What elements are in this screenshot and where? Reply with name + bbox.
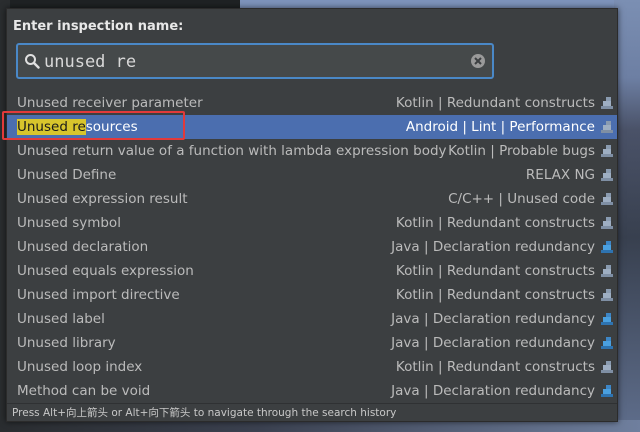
inspection-name: Method can be void (17, 383, 151, 399)
inspection-name: Unused expression result (17, 191, 188, 207)
result-row[interactable]: Unused return value of a function with l… (7, 139, 617, 163)
result-row[interactable]: Unused declaration Java | Declaration red… (7, 235, 617, 259)
profile-icon-blue (601, 241, 613, 253)
profile-icon (601, 121, 613, 133)
inspection-category: RELAX NG (525, 167, 595, 183)
search-box[interactable] (16, 43, 494, 79)
inspection-category: Kotlin | Redundant constructs (395, 215, 595, 231)
profile-icon (601, 145, 613, 157)
profile-icon-blue (601, 385, 613, 397)
inspection-category: Android | Lint | Performance (405, 119, 595, 135)
inspection-name: Unused Define (17, 167, 117, 183)
inspection-category: Kotlin | Probable bugs (448, 143, 595, 159)
background-top (240, 0, 640, 8)
result-row[interactable]: Unused label Java | Declaration redundanc… (7, 307, 617, 331)
inspection-category: Java | Declaration redundancy (391, 383, 595, 399)
inspection-name: Unused symbol (17, 215, 121, 231)
inspection-name: Unused return value of a function with l… (17, 143, 447, 159)
inspection-name: Unused loop index (17, 359, 143, 375)
inspection-search-popup: Enter inspection name: Unused receiver p… (6, 8, 618, 422)
profile-icon (601, 265, 613, 277)
inspection-name: Unused equals expression (17, 263, 194, 279)
profile-icon (601, 169, 613, 181)
search-icon (25, 54, 40, 69)
inspection-name: Unused label (17, 311, 105, 327)
inspection-category: Java | Declaration redundancy (391, 335, 595, 351)
inspection-category: Java | Declaration redundancy (391, 311, 595, 327)
inspection-category: C/C++ | Unused code (448, 191, 595, 207)
result-row[interactable]: Unused symbol Kotlin | Redundant construc… (7, 211, 617, 235)
inspection-name: Unused declaration (17, 239, 149, 255)
result-row[interactable]: Unused import directive Kotlin | Redundan… (7, 283, 617, 307)
inspection-name: Unused import directive (17, 287, 180, 303)
profile-icon-blue (601, 313, 613, 325)
profile-icon (601, 361, 613, 373)
profile-icon (601, 97, 613, 109)
clear-search-icon[interactable] (470, 53, 486, 69)
popup-title: Enter inspection name: (13, 19, 184, 34)
red-annotation-box (2, 111, 185, 140)
result-row[interactable]: Method can be void Java | Declaration red… (7, 379, 617, 403)
result-row[interactable]: Unused equals expression Kotlin | Redunda… (7, 259, 617, 283)
inspection-category: Kotlin | Redundant constructs (395, 359, 595, 375)
result-row[interactable]: Unused Define RELAX NG (7, 163, 617, 187)
result-row[interactable]: Unused library Java | Declaration redunda… (7, 331, 617, 355)
result-row[interactable]: Unused loop index Kotlin | Redundant cons… (7, 355, 617, 379)
navigation-hint: Press Alt+向上箭头 or Alt+向下箭头 to navigate t… (7, 403, 617, 421)
inspection-name: Unused library (17, 335, 116, 351)
profile-icon (601, 217, 613, 229)
profile-icon (601, 289, 613, 301)
inspection-category: Kotlin | Redundant constructs (395, 95, 595, 111)
inspection-category: Kotlin | Redundant constructs (395, 263, 595, 279)
inspection-category: Java | Declaration redundancy (391, 239, 595, 255)
result-row[interactable]: Unused expression result C/C++ | Unused c… (7, 187, 617, 211)
profile-icon (601, 193, 613, 205)
search-input[interactable] (44, 51, 464, 73)
profile-icon-blue (601, 337, 613, 349)
inspection-category: Kotlin | Redundant constructs (395, 287, 595, 303)
